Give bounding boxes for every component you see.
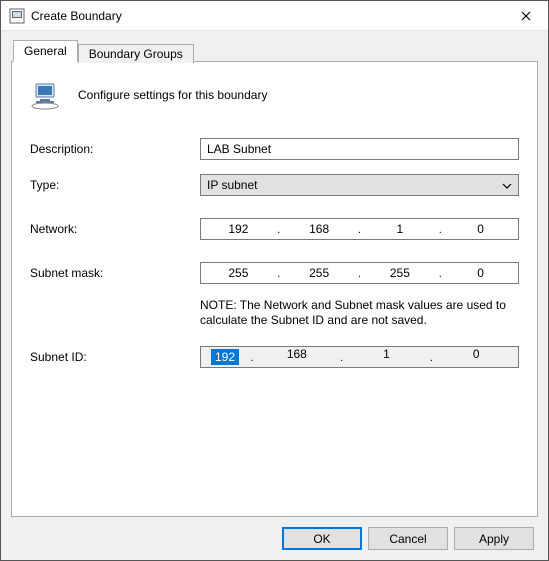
- subnet-id-display: 192 . 168 . 1 . 0: [200, 346, 519, 368]
- dialog-window: Create Boundary General Boundary Groups: [0, 0, 549, 561]
- mask-octet-4[interactable]: [443, 263, 518, 283]
- row-network: Network: . . .: [30, 218, 519, 240]
- tabpage-general: Configure settings for this boundary Des…: [11, 61, 538, 517]
- app-icon: [9, 8, 25, 24]
- button-row: OK Cancel Apply: [11, 517, 538, 550]
- header-row: Configure settings for this boundary: [30, 78, 519, 112]
- network-octet-2[interactable]: [282, 219, 357, 239]
- network-octet-1[interactable]: [201, 219, 276, 239]
- cancel-button[interactable]: Cancel: [368, 527, 448, 550]
- network-octet-3[interactable]: [363, 219, 438, 239]
- subnet-id-octet-3: 1: [345, 347, 429, 367]
- window-title: Create Boundary: [31, 9, 503, 23]
- row-subnet-id: Subnet ID: 192 . 168 . 1 . 0: [30, 346, 519, 368]
- type-combobox[interactable]: IP subnet: [200, 174, 519, 196]
- type-value: IP subnet: [207, 178, 500, 192]
- label-type: Type:: [30, 178, 200, 192]
- titlebar[interactable]: Create Boundary: [1, 1, 548, 31]
- label-description: Description:: [30, 142, 200, 156]
- subnet-id-octet-2: 168: [255, 347, 339, 367]
- tab-general[interactable]: General: [13, 40, 78, 62]
- ok-button[interactable]: OK: [282, 527, 362, 550]
- note-text: NOTE: The Network and Subnet mask values…: [200, 298, 519, 328]
- subnet-id-octet-4: 0: [434, 347, 518, 367]
- row-description: Description:: [30, 138, 519, 160]
- client-area: General Boundary Groups Configure settin…: [1, 31, 548, 560]
- label-subnet-mask: Subnet mask:: [30, 266, 200, 280]
- subnet-id-octet-1: 192: [211, 349, 239, 365]
- network-input[interactable]: . . .: [200, 218, 519, 240]
- mask-octet-3[interactable]: [363, 263, 438, 283]
- mask-octet-1[interactable]: [201, 263, 276, 283]
- apply-button[interactable]: Apply: [454, 527, 534, 550]
- label-subnet-id: Subnet ID:: [30, 350, 200, 364]
- close-button[interactable]: [503, 2, 548, 30]
- row-subnet-mask: Subnet mask: . . .: [30, 262, 519, 284]
- boundary-icon: [30, 78, 64, 112]
- chevron-down-icon: [500, 178, 514, 192]
- mask-octet-2[interactable]: [282, 263, 357, 283]
- network-octet-4[interactable]: [443, 219, 518, 239]
- row-type: Type: IP subnet: [30, 174, 519, 196]
- header-text: Configure settings for this boundary: [78, 88, 267, 102]
- description-input[interactable]: [200, 138, 519, 160]
- label-network: Network:: [30, 222, 200, 236]
- subnet-mask-input[interactable]: . . .: [200, 262, 519, 284]
- tab-boundary-groups[interactable]: Boundary Groups: [78, 44, 194, 63]
- tabstrip: General Boundary Groups: [11, 39, 538, 61]
